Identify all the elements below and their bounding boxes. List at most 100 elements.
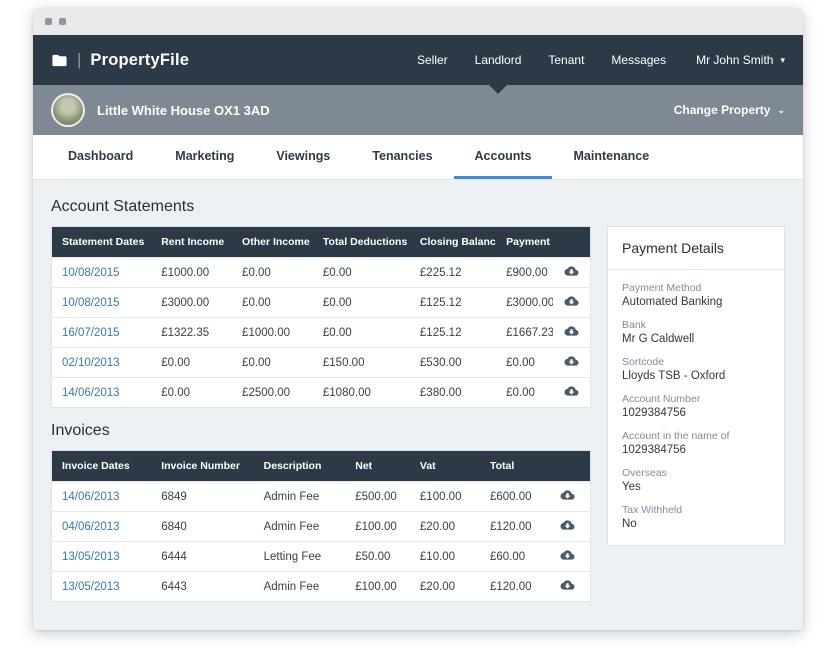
table-cell: £100.00 <box>410 482 480 512</box>
date-link[interactable]: 14/06/2013 <box>62 387 120 399</box>
cloud-download-icon[interactable] <box>559 518 576 532</box>
cloud-download-icon[interactable] <box>563 354 580 368</box>
table-cell: £125.12 <box>410 288 496 318</box>
nav-item-tenant[interactable]: Tenant <box>548 35 584 85</box>
table-cell: £1080.00 <box>313 378 410 408</box>
column-header: Rent Income <box>151 227 232 258</box>
column-header: Other Income <box>232 227 313 258</box>
tab-tenancies[interactable]: Tenancies <box>351 135 453 179</box>
chevron-down-icon: ⌄ <box>777 105 785 116</box>
table-cell: 6444 <box>151 542 253 572</box>
column-header: Total Deductions <box>313 227 410 258</box>
payment-field-value: 1029384756 <box>622 444 770 456</box>
date-link[interactable]: 10/08/2015 <box>62 297 120 309</box>
date-link[interactable]: 14/06/2013 <box>62 491 120 503</box>
cloud-download-icon[interactable] <box>563 294 580 308</box>
table-cell: £530.00 <box>410 348 496 378</box>
table-cell: Letting Fee <box>254 542 346 572</box>
column-header: Invoice Number <box>151 451 253 482</box>
table-row: 16/07/2015£1322.35£1000.00£0.00£125.12£1… <box>52 318 591 348</box>
table-cell: £380.00 <box>410 378 496 408</box>
table-cell: 04/06/2013 <box>52 512 152 542</box>
payment-field: Tax WithheldNo <box>622 504 770 530</box>
table-cell: £225.12 <box>410 258 496 288</box>
tab-bar: DashboardMarketingViewingsTenanciesAccou… <box>33 135 803 180</box>
payment-field-value: Automated Banking <box>622 296 770 308</box>
payment-field-value: No <box>622 518 770 530</box>
payment-field: Account in the name of 1029384756 <box>622 430 770 456</box>
table-cell: £50.00 <box>345 542 410 572</box>
tab-accounts[interactable]: Accounts <box>454 135 553 179</box>
date-link[interactable]: 13/05/2013 <box>62 551 120 563</box>
payment-details-card: Payment Details Payment MethodAutomated … <box>607 226 785 546</box>
table-cell: 02/10/2013 <box>52 348 152 378</box>
date-link[interactable]: 04/06/2013 <box>62 521 120 533</box>
tab-dashboard[interactable]: Dashboard <box>47 135 154 179</box>
nav-item-landlord[interactable]: Landlord <box>475 35 522 85</box>
table-cell: 6443 <box>151 572 253 602</box>
payment-field-label: Account in the name of <box>622 430 770 442</box>
table-cell: £2500.00 <box>232 378 313 408</box>
table-cell: £900.00 <box>496 258 553 288</box>
payment-field: Account Number1029384756 <box>622 393 770 419</box>
table-cell: £100.00 <box>345 512 410 542</box>
payment-details-title: Payment Details <box>608 227 784 270</box>
cloud-download-icon[interactable] <box>559 488 576 502</box>
table-cell: £3000.00 <box>496 288 553 318</box>
payment-field-value: Mr G Caldwell <box>622 333 770 345</box>
property-name: Little White House OX1 3AD <box>97 103 270 118</box>
table-cell-actions <box>545 542 591 572</box>
table-cell: 13/05/2013 <box>52 572 152 602</box>
table-row: 04/06/20136840Admin Fee£100.00£20.00£120… <box>52 512 591 542</box>
table-cell: 10/08/2015 <box>52 288 152 318</box>
page: | PropertyFile Seller Landlord Tenant Messa… <box>0 0 836 650</box>
date-link[interactable]: 13/05/2013 <box>62 581 120 593</box>
table-cell: £120.00 <box>480 572 545 602</box>
table-cell: £100.00 <box>345 572 410 602</box>
table-row: 14/06/2013£0.00£2500.00£1080.00£380.00£0… <box>52 378 591 408</box>
change-property-button[interactable]: Change Property ⌄ <box>674 103 785 117</box>
table-cell-actions <box>553 288 591 318</box>
tab-marketing[interactable]: Marketing <box>154 135 255 179</box>
date-link[interactable]: 10/08/2015 <box>62 267 120 279</box>
table-cell: £0.00 <box>313 258 410 288</box>
date-link[interactable]: 16/07/2015 <box>62 327 120 339</box>
user-name: Mr John Smith <box>696 53 773 67</box>
table-cell-actions <box>553 318 591 348</box>
nav-item-messages[interactable]: Messages <box>611 35 666 85</box>
statements-title: Account Statements <box>51 198 591 216</box>
window-control-dot <box>45 18 52 25</box>
cloud-download-icon[interactable] <box>563 264 580 278</box>
column-header-actions <box>545 451 591 482</box>
logo-separator: | <box>77 50 81 70</box>
tab-viewings[interactable]: Viewings <box>255 135 351 179</box>
table-cell: Admin Fee <box>254 512 346 542</box>
app-logo[interactable]: | PropertyFile <box>51 50 189 70</box>
date-link[interactable]: 02/10/2013 <box>62 357 120 369</box>
table-cell-actions <box>553 378 591 408</box>
user-menu[interactable]: Mr John Smith ▾ <box>696 53 785 67</box>
cloud-download-icon[interactable] <box>563 324 580 338</box>
payment-field-value: Yes <box>622 481 770 493</box>
payment-field: OverseasYes <box>622 467 770 493</box>
payment-details-body: Payment MethodAutomated BankingBankMr G … <box>608 270 784 545</box>
tab-maintenance[interactable]: Maintenance <box>552 135 670 179</box>
nav-item-seller[interactable]: Seller <box>417 35 448 85</box>
column-header: Invoice Dates <box>52 451 152 482</box>
table-cell: £0.00 <box>313 288 410 318</box>
payment-field-value: Lloyds TSB - Oxford <box>622 370 770 382</box>
column-header: Total <box>480 451 545 482</box>
table-row: 02/10/2013£0.00£0.00£150.00£530.00£0.00 <box>52 348 591 378</box>
header-nav: Seller Landlord Tenant Messages <box>417 35 666 85</box>
invoices-title: Invoices <box>51 422 591 440</box>
main-column: Account Statements Statement DatesRent I… <box>51 192 591 630</box>
table-cell: £120.00 <box>480 512 545 542</box>
cloud-download-icon[interactable] <box>559 548 576 562</box>
cloud-download-icon[interactable] <box>559 578 576 592</box>
table-cell: 14/06/2013 <box>52 378 152 408</box>
change-property-label: Change Property <box>674 103 771 117</box>
table-row: 10/08/2015£1000.00£0.00£0.00£225.12£900.… <box>52 258 591 288</box>
cloud-download-icon[interactable] <box>563 384 580 398</box>
table-cell: £0.00 <box>232 288 313 318</box>
payment-field-value: 1029384756 <box>622 407 770 419</box>
